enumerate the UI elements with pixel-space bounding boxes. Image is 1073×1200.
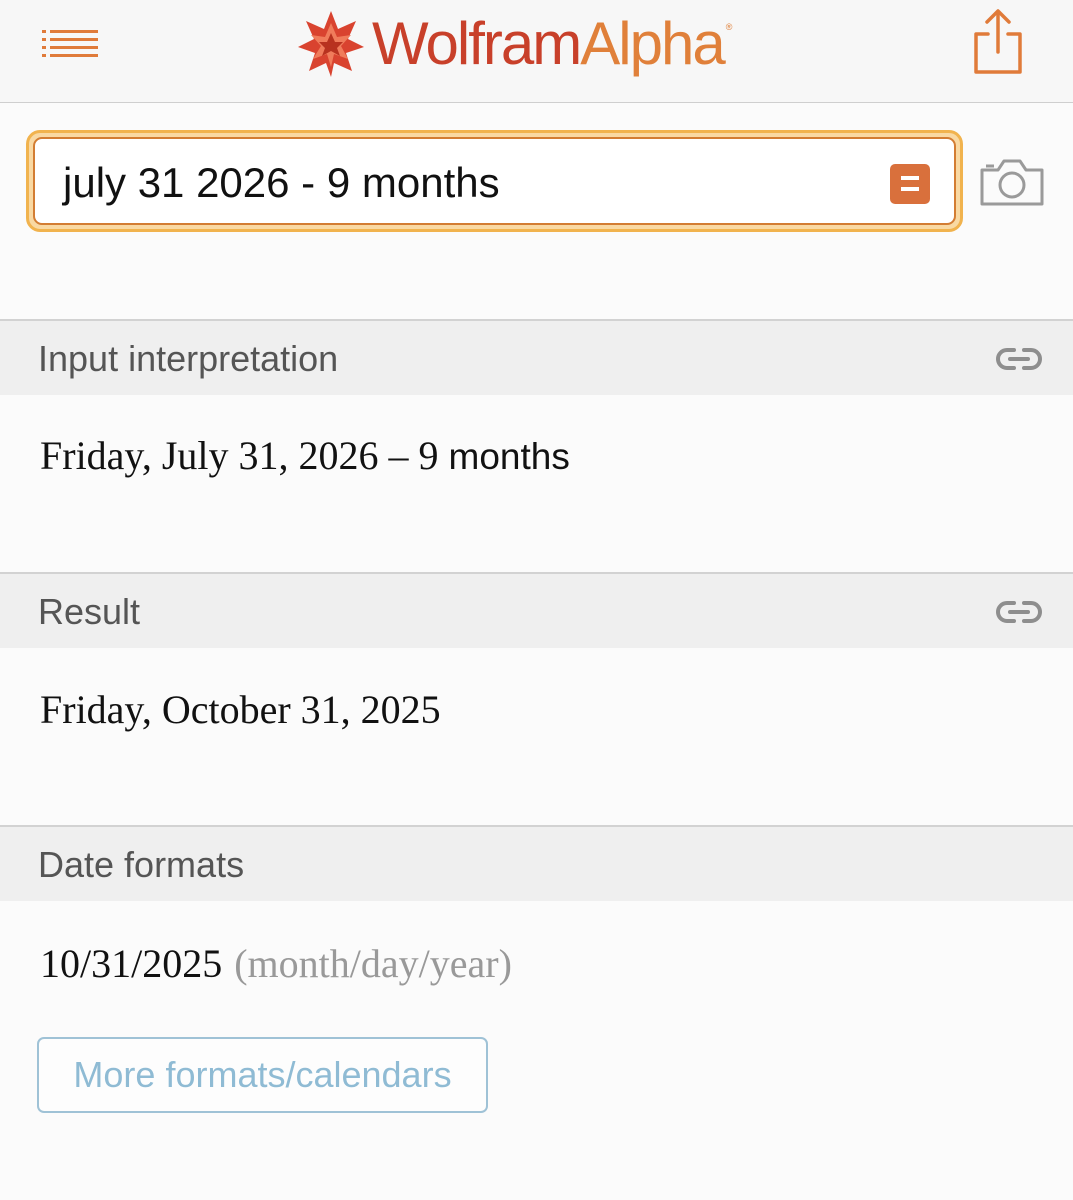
search-input[interactable]: july 31 2026 - 9 months xyxy=(33,137,956,225)
pod-title: Date formats xyxy=(38,844,245,885)
pod-content-input-interpretation: Friday, July 31, 2026 – 9 months xyxy=(40,432,570,479)
search-field-frame: july 31 2026 - 9 months xyxy=(26,130,963,232)
list-menu-icon[interactable] xyxy=(42,29,98,57)
interpretation-date-text: Friday, July 31, 2026 – 9 xyxy=(40,433,449,478)
pod-header-result: Result xyxy=(0,572,1073,648)
pod-content-result: Friday, October 31, 2025 xyxy=(40,686,441,733)
logo-wordmark-alpha: Alpha xyxy=(580,10,725,77)
wolfram-alpha-logo: WolframAlpha ® xyxy=(296,8,732,80)
interpretation-unit-text: months xyxy=(448,436,570,477)
pod-title: Result xyxy=(38,591,141,632)
camera-icon[interactable] xyxy=(978,154,1046,208)
date-format-note: (month/day/year) xyxy=(234,941,512,986)
date-format-value: 10/31/2025 xyxy=(40,941,223,986)
logo-wordmark-wolfram: Wolfram xyxy=(372,10,582,77)
search-query-text[interactable]: july 31 2026 - 9 months xyxy=(63,159,500,207)
pod-header-input-interpretation: Input interpretation xyxy=(0,319,1073,395)
wolfram-spikey-icon xyxy=(298,11,364,77)
result-text: Friday, October 31, 2025 xyxy=(40,687,441,732)
share-icon[interactable] xyxy=(970,8,1026,76)
equals-icon[interactable] xyxy=(890,164,930,204)
more-formats-calendars-button[interactable]: More formats/calendars xyxy=(37,1037,488,1113)
pod-content-date-formats: 10/31/2025 (month/day/year) xyxy=(40,940,512,987)
top-navigation-bar: WolframAlpha ® xyxy=(0,0,1073,103)
link-icon[interactable] xyxy=(996,345,1042,373)
registered-mark: ® xyxy=(725,22,733,32)
link-icon[interactable] xyxy=(996,598,1042,626)
pod-title: Input interpretation xyxy=(38,338,339,379)
pod-header-date-formats: Date formats xyxy=(0,825,1073,901)
logo-wordmark: WolframAlpha xyxy=(372,14,726,74)
